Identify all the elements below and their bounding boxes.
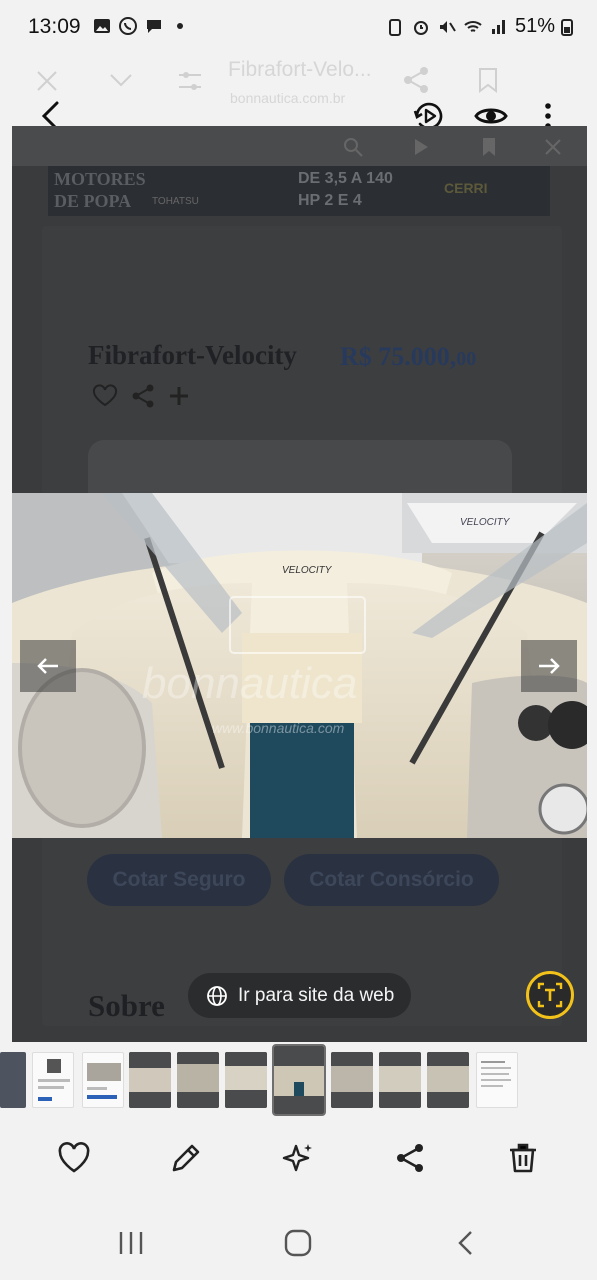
battery-level: 51% [514, 15, 555, 37]
thumbnail[interactable] [427, 1052, 469, 1108]
quote-insurance-button[interactable]: Cotar Seguro [87, 854, 271, 906]
thumbnail[interactable] [129, 1052, 171, 1108]
dot-icon [177, 23, 183, 29]
thumbnail[interactable] [82, 1052, 124, 1108]
boat-photo: VELOCITY VELOCITY bonnautica www.bonnaut… [12, 493, 587, 838]
trash-icon[interactable] [505, 1140, 541, 1176]
about-heading: Sobre [88, 988, 165, 1023]
watermark-url: www.bonnautica.com [212, 720, 345, 736]
alarm-icon [413, 20, 428, 35]
next-photo-button[interactable] [521, 640, 577, 692]
notification-icons [92, 16, 190, 36]
back-nav-icon[interactable] [452, 1228, 482, 1258]
thumbnail[interactable] [476, 1052, 518, 1108]
price-cents: 00 [456, 348, 477, 370]
gallery-notification-icon [94, 19, 110, 33]
prev-photo-button[interactable] [20, 640, 76, 692]
banner-middle-text: DE 3,5 A 140 HP 2 E 4 TEMPOS [298, 170, 393, 216]
edit-icon[interactable] [168, 1140, 204, 1176]
battery-saver-icon [388, 18, 401, 36]
search-icon [344, 138, 363, 157]
thumbnail[interactable] [225, 1052, 267, 1108]
thumbnail[interactable] [0, 1052, 26, 1108]
chat-icon [147, 20, 161, 33]
text-recognition-icon [537, 982, 563, 1008]
mute-icon [439, 20, 456, 33]
battery-icon [561, 18, 573, 36]
favorite-icon [92, 384, 118, 407]
thumbnail-image [427, 1052, 469, 1108]
sparkle-icon[interactable] [280, 1140, 316, 1176]
whatsapp-icon [119, 17, 137, 35]
ad-banner: MOTORES DE POPA TOHATSU DE 3,5 A 140 HP … [48, 166, 550, 216]
close-small-icon [545, 139, 561, 155]
bookmark-small-icon [483, 138, 495, 156]
arrow-left-icon [37, 658, 58, 674]
hull-logo-text: VELOCITY [460, 517, 511, 528]
banner-brand: TOHATSU [152, 196, 199, 207]
tune-icon [179, 72, 201, 90]
status-bar: 13:09 51% [0, 0, 597, 56]
thumbnail-image [87, 1063, 121, 1099]
close-icon [37, 71, 57, 91]
go-to-website-label: Ir para site da web [238, 984, 395, 1006]
wifi-icon [464, 20, 482, 32]
recent-apps-icon[interactable] [116, 1228, 146, 1258]
banner-left-text: MOTORES DE POPA [54, 169, 146, 211]
thumbnail[interactable] [177, 1052, 219, 1108]
price-main: R$ 75.000, [340, 342, 457, 371]
home-icon[interactable] [283, 1228, 313, 1258]
thumbnail-image [379, 1052, 421, 1108]
share-small-icon [132, 384, 154, 408]
share-faded-icon [404, 67, 428, 93]
share-icon[interactable] [392, 1140, 428, 1176]
thumbnail-strip [0, 1044, 597, 1120]
page-toolbar [12, 126, 587, 166]
image-frame [88, 440, 512, 500]
thumbnail[interactable] [32, 1052, 74, 1108]
product-price: R$ 75.000,00 [340, 342, 476, 372]
deck-logo-text: VELOCITY [282, 565, 333, 576]
arrow-right-icon [539, 658, 560, 674]
product-title: Fibrafort-Velocity [88, 340, 297, 370]
thumbnail-image [129, 1052, 171, 1108]
thumbnail-image [38, 1059, 70, 1101]
quote-consortium-button[interactable]: Cotar Consórcio [284, 854, 499, 906]
text-extract-button[interactable] [526, 971, 574, 1019]
go-to-website-button[interactable]: Ir para site da web [188, 973, 411, 1018]
watermark-text: bonnautica [142, 659, 357, 708]
browser-title: Fibrafort-Velo... [228, 58, 372, 81]
thumbnail-image [331, 1052, 373, 1108]
thumbnail-image [274, 1046, 324, 1114]
heart-icon[interactable] [56, 1140, 92, 1176]
thumbnail-selected[interactable] [272, 1044, 326, 1116]
bookmark-icon [479, 68, 497, 93]
thumbnail[interactable] [331, 1052, 373, 1108]
boat-interior-illustration: VELOCITY VELOCITY bonnautica www.bonnaut… [12, 493, 587, 838]
add-icon [170, 387, 188, 405]
signal-icon [491, 19, 505, 34]
status-right: 51% [385, 15, 573, 38]
chevron-down-icon [110, 74, 132, 87]
thumbnail-image [225, 1052, 267, 1108]
globe-icon [207, 985, 227, 1006]
thumbnail[interactable] [379, 1052, 421, 1108]
banner-right-text: CERRI [444, 180, 488, 196]
play-icon [415, 139, 428, 155]
thumbnail-image [481, 1061, 511, 1087]
listing-actions [92, 384, 190, 408]
status-time: 13:09 [28, 15, 81, 38]
browser-url: bonnautica.com.br [230, 90, 346, 106]
thumbnail-image [177, 1052, 219, 1108]
